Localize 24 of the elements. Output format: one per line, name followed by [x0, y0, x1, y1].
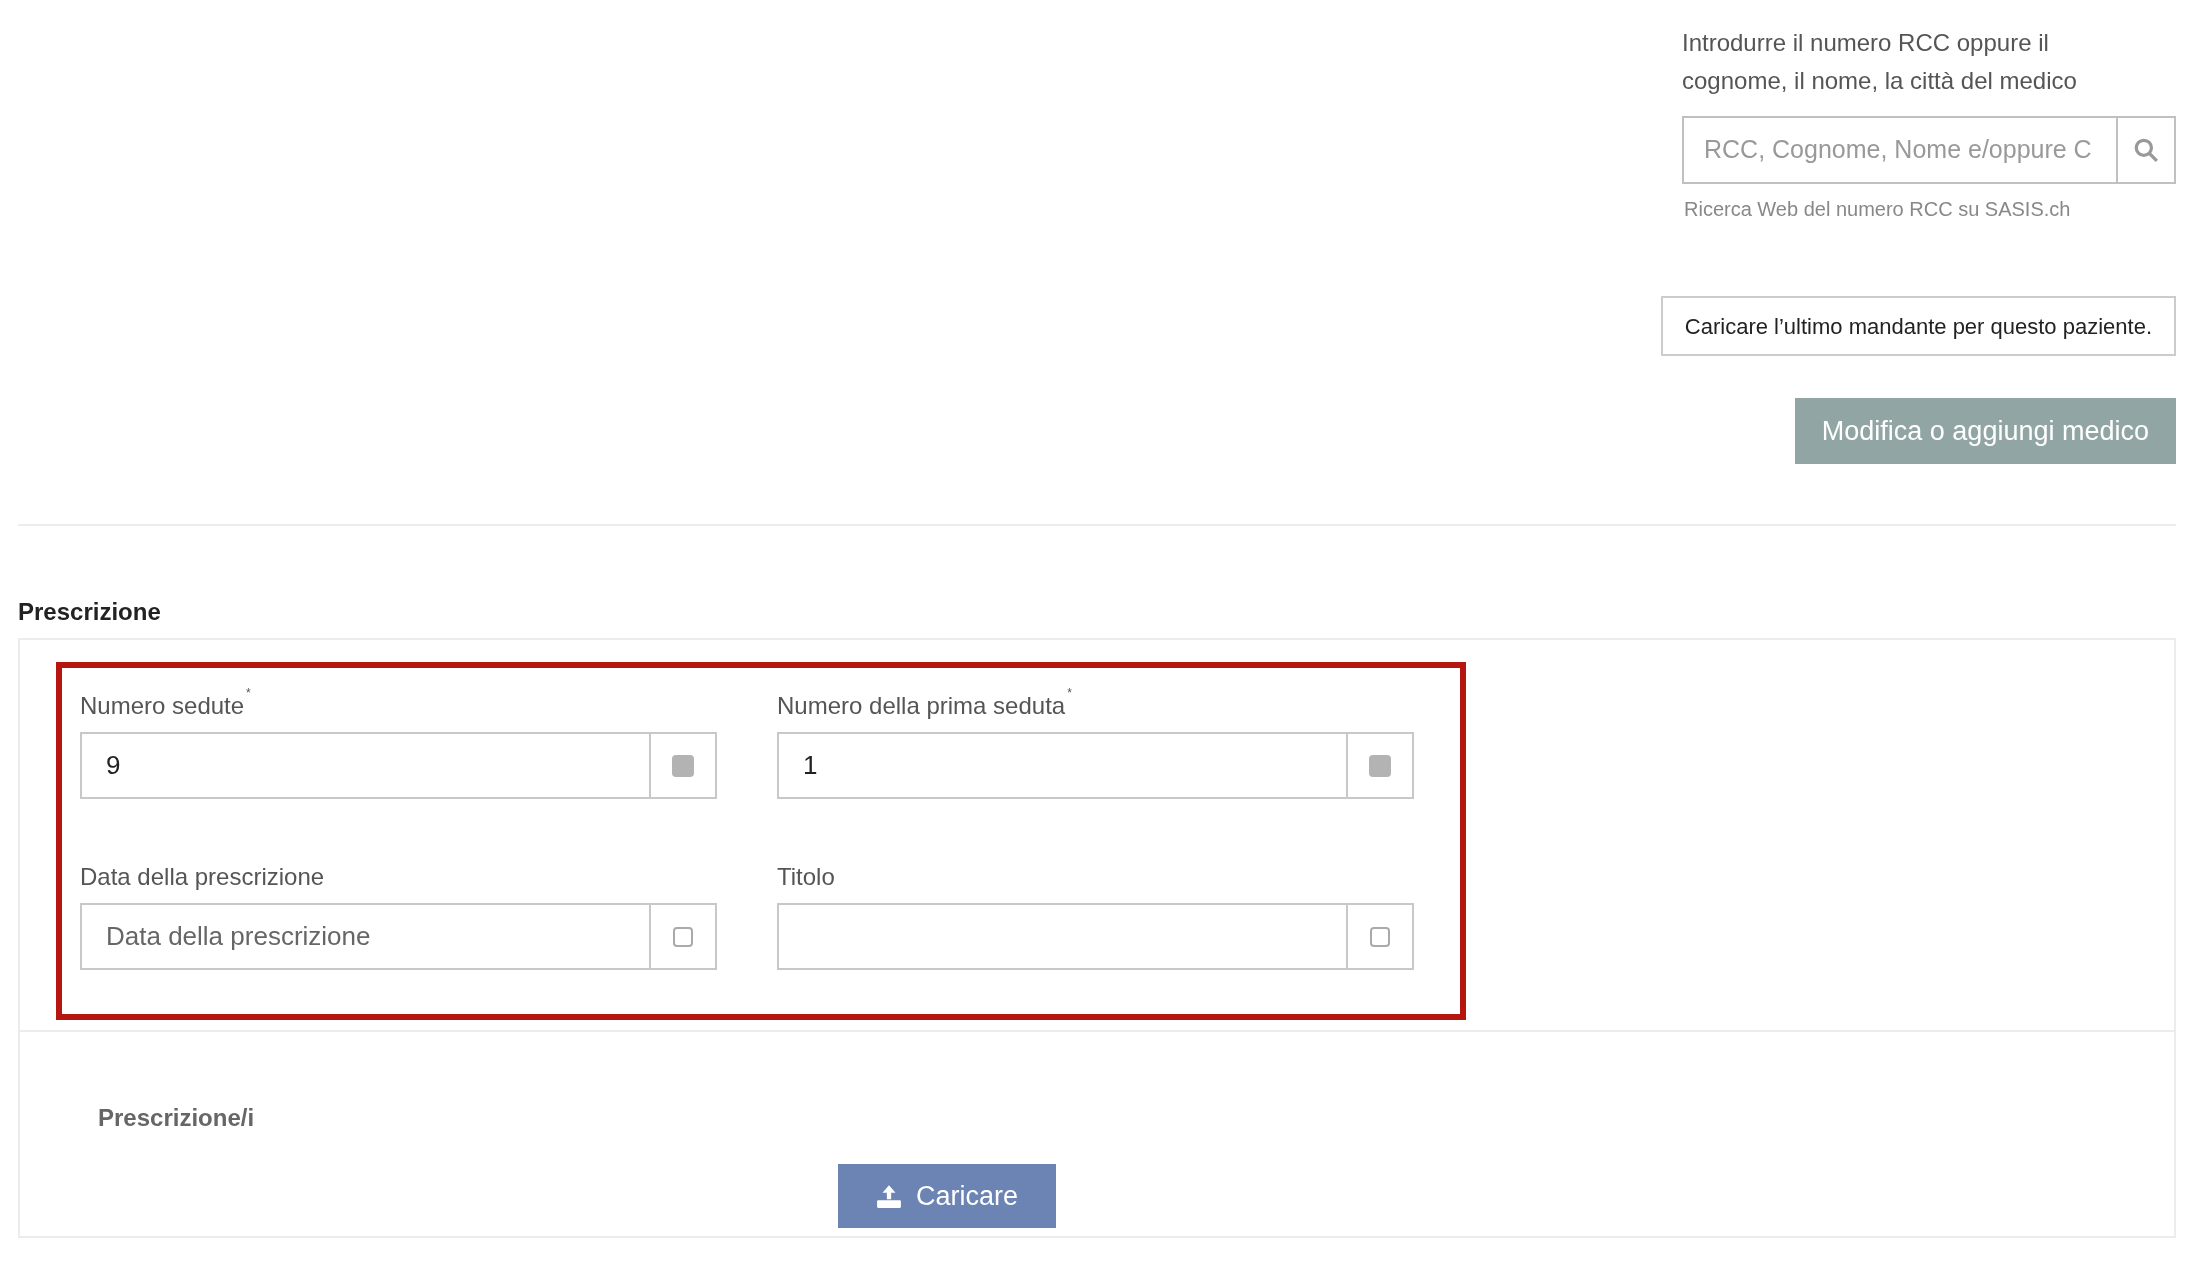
- input-field[interactable]: Data della prescrizione: [80, 903, 649, 970]
- field-addon[interactable]: [1346, 903, 1414, 970]
- search-button[interactable]: [2116, 116, 2176, 184]
- input-field[interactable]: [777, 903, 1346, 970]
- field-label: Data della prescrizione: [80, 862, 325, 892]
- search-icon: [2133, 137, 2159, 163]
- input-field[interactable]: 9: [80, 732, 649, 799]
- required-mark: *: [1067, 685, 1072, 702]
- load-last-button[interactable]: Caricare l’ultimo mandante per questo paziente.: [1660, 296, 2176, 356]
- field-addon[interactable]: [649, 903, 717, 970]
- required-mark: *: [246, 685, 251, 702]
- upload-icon: [876, 1183, 902, 1209]
- field-label: Numero sedute: [80, 691, 245, 721]
- section-title: Prescrizione: [18, 597, 162, 627]
- input-field[interactable]: 1: [777, 732, 1346, 799]
- field-addon[interactable]: [649, 732, 717, 799]
- upload-button[interactable]: Caricare: [838, 1164, 1056, 1228]
- help-text: Ricerca Web del numero RCC su SASIS.ch: [1683, 197, 2072, 222]
- field-addon[interactable]: [1346, 732, 1414, 799]
- search-hint: Introdurre il numero RCC oppure il cognome, il nome, la città del medico: [1682, 28, 2078, 96]
- field-label: Titolo: [777, 862, 835, 892]
- field-label: Numero della prima seduta: [777, 691, 1066, 721]
- files-label: Prescrizione/i: [98, 1103, 256, 1133]
- search-field[interactable]: RCC, Cognome, Nome e/oppure C: [1682, 116, 2116, 184]
